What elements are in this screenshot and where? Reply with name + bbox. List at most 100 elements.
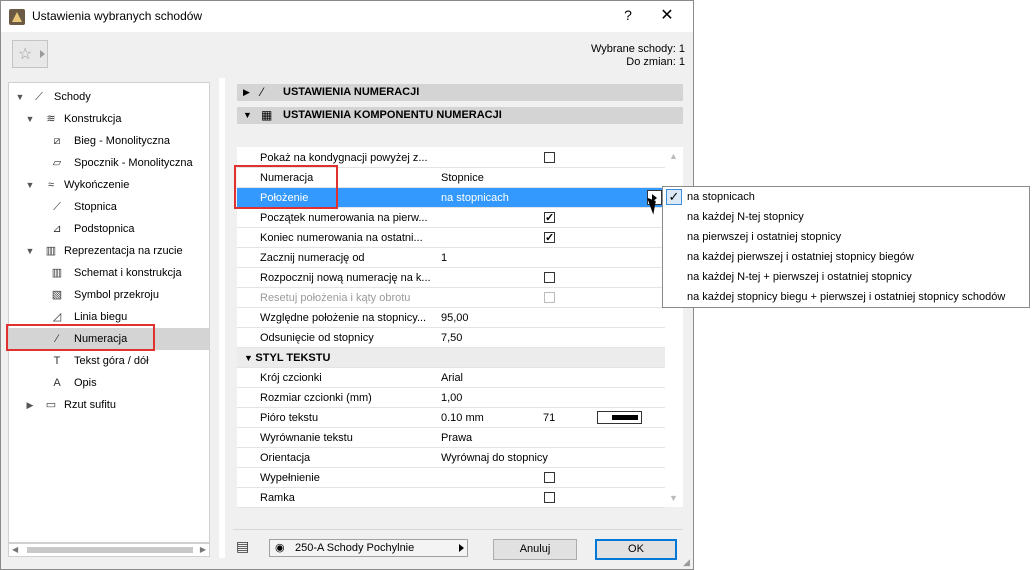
resize-grip-icon[interactable]: ◢ [683,557,690,568]
property-checkbox[interactable] [544,208,555,228]
tree-item[interactable]: ⊿ Podstopnica [9,218,209,240]
section-numbering-component[interactable]: ▼ ▦ USTAWIENIA KOMPONENTU NUMERACJI [237,107,683,124]
property-label: Ramka [260,492,295,504]
chevron-down-icon[interactable]: ▼ [25,108,35,130]
scroll-up-icon[interactable]: ▲ [669,151,678,161]
property-value[interactable]: 95,00 [441,308,469,328]
tree-item-label: Rzut sufitu [64,399,116,411]
tree-item-label: Schemat i konstrukcja [74,267,182,279]
pen-number[interactable]: 71 [543,408,555,428]
tree-item[interactable]: ▼ ⟋ Schody [9,86,209,108]
tree-item[interactable]: T Tekst góra / dół [9,350,209,372]
pane-divider[interactable] [219,78,225,558]
property-value[interactable]: Wyrównaj do stopnicy [441,448,548,468]
tree-item-label: Wykończenie [64,179,130,191]
chevron-right-icon[interactable]: ▶ [25,394,35,416]
numbering-icon: ⁄ [261,85,264,99]
property-row[interactable]: Odsunięcie od stopnicy 7,50 [237,328,665,348]
property-value[interactable]: 1 [441,248,447,268]
footer-separator [233,529,683,530]
property-value[interactable]: Prawa [441,428,472,448]
floorplan-icon: ▥ [45,245,57,257]
section-numbering-settings[interactable]: ▶ ⁄ USTAWIENIA NUMERACJI [237,84,683,101]
dropdown-option[interactable]: na każdej N-tej + pierwszej i ostatniej … [687,267,912,287]
property-checkbox [544,292,555,303]
tree-horizontal-scrollbar[interactable]: ◀ ▶ [8,543,210,557]
collapse-arrow-icon[interactable]: ▼ [244,353,255,363]
pen-swatch[interactable] [597,411,642,424]
property-row[interactable]: Początek numerowania na pierw... [237,208,665,228]
cancel-button[interactable]: Anuluj [493,539,577,560]
tree-item[interactable]: ▼ ≋ Konstrukcja [9,108,209,130]
tree-item[interactable]: ⧄ Bieg - Monolityczna [9,130,209,152]
property-label: Początek numerowania na pierw... [260,212,428,224]
property-label: Wyrównanie tekstu [260,432,353,444]
dropdown-option[interactable]: na każdej pierwszej i ostatniej stopnicy… [687,247,914,267]
property-row[interactable]: Wypełnienie [237,468,665,488]
property-row[interactable]: Ramka [237,488,665,508]
collapse-arrow-icon: ▼ [243,110,252,120]
property-value[interactable]: 7,50 [441,328,462,348]
property-checkbox[interactable] [544,272,555,283]
tree-item[interactable]: ▶ ▭ Rzut sufitu [9,394,209,416]
chevron-down-icon[interactable]: ▼ [15,86,25,108]
layer-combo[interactable]: ◉ 250-A Schody Pochylnie [269,539,468,557]
dropdown-option[interactable]: na pierwszej i ostatniej stopnicy [687,227,841,247]
scroll-thumb[interactable] [27,547,193,553]
scroll-down-icon[interactable]: ▼ [669,493,678,503]
help-button[interactable]: ? [621,7,635,23]
section-label: USTAWIENIA KOMPONENTU NUMERACJI [283,109,502,121]
star-icon: ☆ [18,46,33,63]
property-label: Koniec numerowania na ostatni... [260,232,423,244]
tree-item[interactable]: ▥ Schemat i konstrukcja [9,262,209,284]
tree-item[interactable]: ▱ Spocznik - Monolityczna [9,152,209,174]
property-row[interactable]: Zacznij numerację od 1 [237,248,665,268]
chevron-right-icon [40,50,45,58]
property-checkbox[interactable] [544,228,555,248]
property-row[interactable]: Koniec numerowania na ostatni... [237,228,665,248]
dropdown-option[interactable]: na stopnicach [687,187,755,207]
ok-button[interactable]: OK [595,539,677,560]
property-row[interactable]: Rozpocznij nową numerację na k... [237,268,665,288]
tree-item[interactable]: ▼ ▥ Reprezentacja na rzucie [9,240,209,262]
stairs-icon: ⟋ [35,91,43,103]
property-value[interactable]: Stopnice [441,168,484,188]
property-value[interactable]: 0.10 mm [441,408,484,428]
tread-icon: ⟋ [53,201,61,213]
tree-item[interactable]: A Opis [9,372,209,394]
scroll-right-icon[interactable]: ▶ [200,545,206,554]
component-icon: ▦ [261,108,273,122]
property-value[interactable]: na stopnicach [441,188,509,208]
tree-item[interactable]: ▼ ≈ Wykończenie [9,174,209,196]
property-row[interactable]: Pióro tekstu 0.10 mm 71 [237,408,665,428]
property-checkbox[interactable] [544,472,555,483]
tree-item-label: Tekst góra / dół [74,355,149,367]
tree-item-label: Spocznik - Monolityczna [74,157,193,169]
property-row[interactable]: Krój czcionki Arial [237,368,665,388]
layer-combo-label: 250-A Schody Pochylnie [295,542,415,554]
finish-icon: ≈ [47,179,55,191]
property-checkbox[interactable] [544,152,555,163]
title-bar: Ustawienia wybranych schodów ? ✕ [1,1,693,32]
property-value[interactable]: Arial [441,368,463,388]
tree-item-label: Symbol przekroju [74,289,159,301]
property-value[interactable]: 1,00 [441,388,462,408]
settings-dialog: Ustawienia wybranych schodów ? ✕ ☆ Wybra… [0,0,694,570]
favorites-button[interactable]: ☆ [12,40,48,68]
close-button[interactable]: ✕ [659,5,675,25]
tree-item[interactable]: ▧ Symbol przekroju [9,284,209,306]
property-row[interactable]: Względne położenie na stopnicy... 95,00 [237,308,665,328]
dropdown-option[interactable]: na każdej N-tej stopnicy [687,207,804,227]
property-row[interactable]: Wyrównanie tekstu Prawa [237,428,665,448]
dropdown-option[interactable]: na każdej stopnicy biegu + pierwszej i o… [687,287,1005,307]
property-subheader[interactable]: ▼ STYL TEKSTU [237,348,665,368]
label-icon: A [53,377,61,389]
property-row[interactable]: Rozmiar czcionki (mm) 1,00 [237,388,665,408]
scroll-left-icon[interactable]: ◀ [12,545,18,554]
property-row[interactable]: Orientacja Wyrównaj do stopnicy [237,448,665,468]
chevron-down-icon[interactable]: ▼ [25,174,35,196]
property-checkbox[interactable] [544,492,555,503]
chevron-down-icon[interactable]: ▼ [25,240,35,262]
riser-icon: ⊿ [52,223,62,235]
tree-item[interactable]: ⟋ Stopnica [9,196,209,218]
